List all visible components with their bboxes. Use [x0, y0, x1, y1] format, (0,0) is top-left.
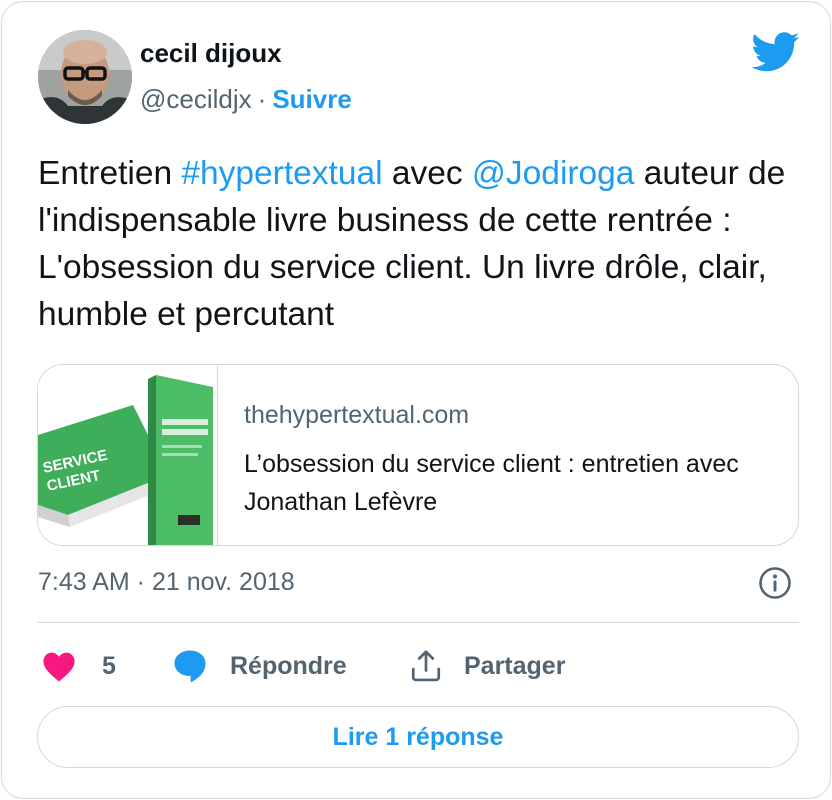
share-label: Partager: [464, 651, 566, 680]
author-handle-line: @cecildjx · Suivre: [140, 84, 352, 115]
tweet-text-segment: avec: [382, 155, 472, 192]
share-upload-icon: [411, 650, 441, 682]
author-name[interactable]: cecil dijoux: [140, 38, 282, 69]
link-domain: thehypertextual.com: [244, 401, 470, 429]
info-icon[interactable]: [758, 566, 792, 600]
author-handle[interactable]: @cecildjx: [140, 84, 252, 114]
link-thumbnail: SERVICE CLIENT: [38, 365, 218, 545]
like-button[interactable]: 5: [42, 646, 116, 686]
link-title: L’obsession du service client : entretie…: [244, 450, 739, 516]
tweet-text-segment: Entretien: [38, 155, 182, 192]
tweet-embed-card: cecil dijoux @cecildjx · Suivre Entretien …: [1, 1, 831, 799]
read-replies-button[interactable]: Lire 1 réponse: [37, 706, 799, 768]
heart-icon: [43, 652, 75, 682]
avatar-photo: [38, 30, 132, 124]
mention-link[interactable]: @Jodiroga: [472, 155, 635, 192]
speech-bubble-icon: [174, 650, 206, 682]
divider: [37, 622, 799, 623]
hashtag-link[interactable]: #hypertextual: [181, 155, 382, 192]
share-button[interactable]: Partager: [408, 646, 565, 686]
tweet-text: Entretien #hypertextual avec @Jodiroga a…: [38, 150, 808, 338]
twitter-bird-icon[interactable]: [752, 32, 800, 72]
separator-dot: ·: [257, 84, 267, 114]
link-preview-card[interactable]: SERVICE CLIENT thehypertextual.com L’obs…: [37, 364, 799, 546]
follow-link[interactable]: Suivre: [272, 84, 352, 114]
reply-button[interactable]: Répondre: [172, 646, 347, 686]
tweet-timestamp[interactable]: 7:43 AM · 21 nov. 2018: [38, 568, 295, 597]
book-cover-image: SERVICE CLIENT: [38, 365, 217, 545]
author-avatar[interactable]: [38, 30, 132, 124]
like-count: 5: [102, 651, 116, 680]
reply-label: Répondre: [230, 651, 347, 680]
